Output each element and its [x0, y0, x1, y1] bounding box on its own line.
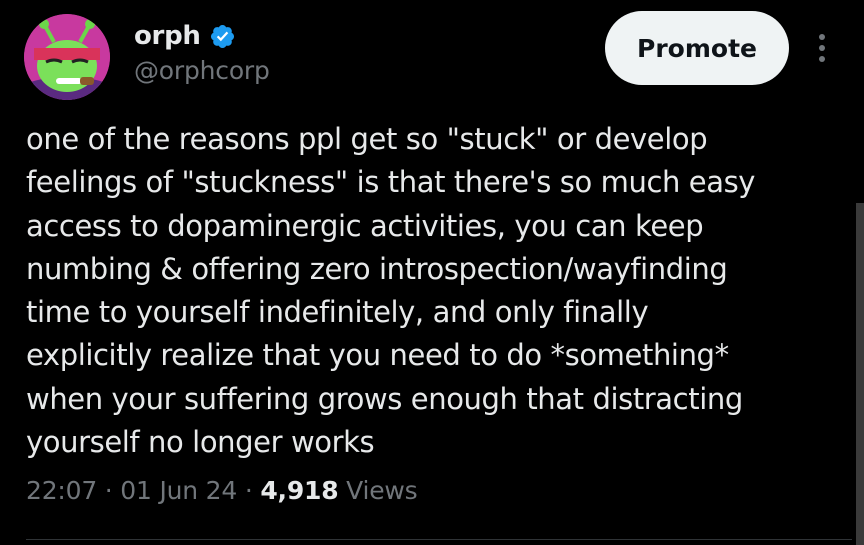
tweet-text: one of the reasons ppl get so "stuck" or…	[26, 118, 826, 464]
tweet-text-line: when your suffering grows enough that di…	[26, 381, 743, 416]
more-dot	[819, 45, 825, 51]
meta-separator: ·	[104, 476, 113, 505]
alien-avatar-icon	[24, 14, 110, 100]
tweet-text-line: time to yourself indefinitely, and only …	[26, 295, 649, 330]
tweet-meta: 22:07 · 01 Jun 24 · 4,918 Views	[26, 476, 418, 505]
display-name-row: orph	[134, 16, 270, 56]
tweet-text-line: feelings of "stuckness" is that there's …	[26, 165, 756, 200]
promote-button[interactable]: Promote	[605, 11, 789, 85]
tweet-date[interactable]: 01 Jun 24	[120, 476, 237, 505]
tweet-text-line: explicitly realize that you need to do *…	[26, 338, 729, 373]
author-handle[interactable]: @orphcorp	[134, 56, 270, 85]
more-vertical-icon[interactable]	[808, 30, 836, 66]
author-block: orph @orphcorp	[134, 16, 270, 85]
divider	[26, 539, 852, 540]
views-count: 4,918	[260, 476, 339, 505]
tweet-time[interactable]: 22:07	[26, 476, 97, 505]
tweet-text-line: yourself no longer works	[26, 425, 375, 460]
tweet-header: orph @orphcorp Promote	[0, 0, 864, 110]
avatar[interactable]	[24, 14, 110, 100]
tweet-text-line: access to dopaminergic activities, you c…	[26, 208, 704, 243]
views-label: Views	[346, 476, 418, 505]
meta-separator: ·	[244, 476, 253, 505]
more-dot	[819, 34, 825, 40]
tweet-text-line: one of the reasons ppl get so "stuck" or…	[26, 122, 708, 156]
more-dot	[819, 56, 825, 62]
tweet-text-line: numbing & offering zero introspection/wa…	[26, 251, 728, 286]
verified-badge-icon[interactable]	[209, 23, 236, 50]
display-name[interactable]: orph	[134, 21, 201, 51]
scrollbar[interactable]	[856, 203, 864, 545]
